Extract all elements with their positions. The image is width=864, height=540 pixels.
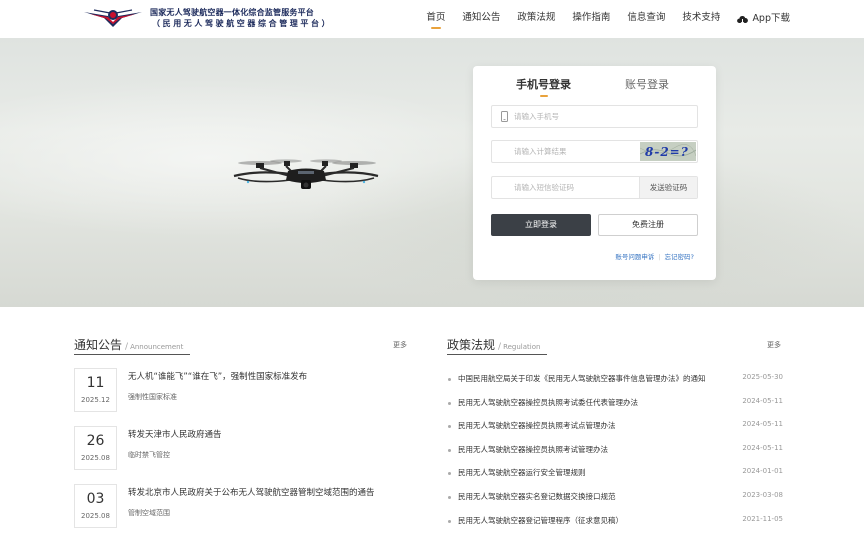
phone-input[interactable] bbox=[514, 106, 694, 127]
account-appeal-link[interactable]: 账号问题申诉 bbox=[615, 253, 654, 261]
notice-item[interactable]: 03 2025.08 转发北京市人民政府关于公布无人驾驶航空器管制空域范围的通告… bbox=[74, 484, 434, 532]
policy-item[interactable]: 民用无人驾驶航空器实名登记数据交换接口规范 2023-03-08 bbox=[447, 491, 783, 505]
notice-date: 26 2025.08 bbox=[74, 426, 117, 470]
policy-title[interactable]: 民用无人驾驶航空器运行安全管理规则 bbox=[458, 467, 716, 478]
sms-field: 发送验证码 bbox=[491, 176, 698, 199]
notices-header: 通知公告 / Announcement bbox=[74, 334, 190, 355]
nav-support[interactable]: 技术支持 bbox=[682, 0, 720, 38]
nav-query[interactable]: 信息查询 bbox=[627, 0, 665, 38]
notice-year-month: 2025.08 bbox=[81, 454, 110, 462]
nav-policies[interactable]: 政策法规 bbox=[517, 0, 555, 38]
policy-item[interactable]: 民用无人驾驶航空器操控员执照考试管理办法 2024-05-11 bbox=[447, 444, 783, 458]
nav-app-label: App下载 bbox=[752, 13, 790, 24]
login-button[interactable]: 立即登录 bbox=[491, 214, 591, 236]
section-underline bbox=[447, 354, 547, 355]
bullet-dot bbox=[448, 449, 451, 452]
notices-more-link[interactable]: 更多 bbox=[393, 340, 407, 350]
notice-day: 11 bbox=[86, 375, 105, 391]
tab-phone-login[interactable]: 手机号登录 bbox=[516, 76, 571, 97]
bullet-dot bbox=[448, 402, 451, 405]
notice-item[interactable]: 26 2025.08 转发天津市人民政府通告 临时禁飞管控 bbox=[74, 426, 434, 474]
hero-banner bbox=[0, 38, 864, 307]
notices-title: 通知公告 bbox=[74, 338, 123, 352]
bullet-dot bbox=[448, 520, 451, 523]
bullet-dot bbox=[448, 496, 451, 499]
captcha-text: 8-2=? bbox=[645, 145, 689, 159]
policies-title: 政策法规 bbox=[447, 338, 496, 352]
policy-item[interactable]: 民用无人驾驶航空器操控员执照考试委任代表管理办法 2024-05-11 bbox=[447, 397, 783, 411]
title-slash: / bbox=[125, 342, 129, 352]
section-underline bbox=[74, 354, 190, 355]
bullet-dot bbox=[448, 378, 451, 381]
notice-title[interactable]: 转发天津市人民政府通告 bbox=[128, 428, 222, 440]
policy-item[interactable]: 民用无人驾驶航空器登记管理程序（征求意见稿） 2021-11-05 bbox=[447, 515, 783, 529]
phone-icon bbox=[501, 111, 508, 122]
login-tabs: 手机号登录 账号登录 bbox=[473, 76, 716, 98]
notice-title[interactable]: 无人机“谁能飞”“谁在飞”，强制性国家标准发布 bbox=[128, 370, 307, 382]
policy-date: 2021-11-05 bbox=[742, 515, 783, 523]
main-nav: 首页 通知公告 政策法规 操作指南 信息查询 技术支持 App下载 bbox=[409, 0, 790, 38]
notice-date: 11 2025.12 bbox=[74, 368, 117, 412]
notice-tag: 临时禁飞管控 bbox=[128, 451, 170, 459]
login-links: 账号问题申诉 | 忘记密码? bbox=[615, 251, 694, 261]
policy-item[interactable]: 民用无人驾驶航空器操控员执照考试点管理办法 2024-05-11 bbox=[447, 420, 783, 434]
link-separator: | bbox=[658, 253, 661, 261]
notice-item[interactable]: 11 2025.12 无人机“谁能飞”“谁在飞”，强制性国家标准发布 强制性国家… bbox=[74, 368, 434, 416]
notice-date: 03 2025.08 bbox=[74, 484, 117, 528]
policies-subtitle: Regulation bbox=[503, 343, 541, 351]
bullet-dot bbox=[448, 472, 451, 475]
top-header: 国家无人驾驶航空器一体化综合监管服务平台 （民用无人驾驶航空器综合管理平台） 首… bbox=[0, 0, 864, 38]
brand-line2: （民用无人驾驶航空器综合管理平台） bbox=[152, 19, 333, 28]
policies-more-link[interactable]: 更多 bbox=[767, 340, 781, 350]
title-slash: / bbox=[498, 342, 502, 352]
policy-date: 2024-05-11 bbox=[742, 420, 783, 428]
notice-title[interactable]: 转发北京市人民政府关于公布无人驾驶航空器管制空域范围的通告 bbox=[128, 486, 375, 498]
notice-day: 26 bbox=[86, 433, 105, 449]
captcha-image[interactable]: 8-2=? bbox=[640, 142, 696, 161]
calc-result-input[interactable] bbox=[514, 141, 634, 162]
policy-date: 2024-05-11 bbox=[742, 397, 783, 405]
notice-year-month: 2025.08 bbox=[81, 512, 110, 520]
nav-guide[interactable]: 操作指南 bbox=[572, 0, 610, 38]
brand-text: 国家无人驾驶航空器一体化综合监管服务平台 （民用无人驾驶航空器综合管理平台） bbox=[150, 7, 332, 29]
notice-year-month: 2025.12 bbox=[81, 396, 110, 404]
notice-tag: 管制空域范围 bbox=[128, 509, 170, 517]
nav-app-download[interactable]: App下载 bbox=[737, 0, 790, 38]
phone-field bbox=[491, 105, 698, 128]
cloud-download-icon bbox=[737, 15, 749, 24]
policies-header: 政策法规 / Regulation bbox=[447, 334, 547, 355]
policy-title[interactable]: 民用无人驾驶航空器实名登记数据交换接口规范 bbox=[458, 491, 716, 502]
sms-code-input[interactable] bbox=[514, 177, 634, 198]
nav-home[interactable]: 首页 bbox=[426, 0, 445, 38]
policy-date: 2025-05-30 bbox=[742, 373, 783, 381]
policy-date: 2023-03-08 bbox=[742, 491, 783, 499]
policy-date: 2024-05-11 bbox=[742, 444, 783, 452]
policy-title[interactable]: 民用无人驾驶航空器操控员执照考试管理办法 bbox=[458, 444, 716, 455]
policy-item[interactable]: 中国民用航空局关于印发《民用无人驾驶航空器事件信息管理办法》的通知 2025-0… bbox=[447, 373, 783, 387]
policy-title[interactable]: 民用无人驾驶航空器登记管理程序（征求意见稿） bbox=[458, 515, 716, 526]
policy-title[interactable]: 中国民用航空局关于印发《民用无人驾驶航空器事件信息管理办法》的通知 bbox=[458, 373, 716, 384]
policy-date: 2024-01-01 bbox=[742, 467, 783, 475]
policy-title[interactable]: 民用无人驾驶航空器操控员执照考试点管理办法 bbox=[458, 420, 716, 431]
login-panel: 手机号登录 账号登录 8-2=? 发送验证码 立即登录 免费注册 账号问题申诉 |… bbox=[473, 66, 716, 280]
brand-line1: 国家无人驾驶航空器一体化综合监管服务平台 bbox=[150, 8, 314, 17]
send-code-button[interactable]: 发送验证码 bbox=[639, 177, 697, 198]
nav-notices[interactable]: 通知公告 bbox=[462, 0, 500, 38]
tab-account-login[interactable]: 账号登录 bbox=[625, 76, 669, 92]
drone-image bbox=[233, 159, 379, 189]
notices-subtitle: Announcement bbox=[130, 343, 184, 351]
caac-logo[interactable] bbox=[82, 6, 144, 28]
captcha-drawing: 8-2=? bbox=[640, 144, 696, 159]
forgot-password-link[interactable]: 忘记密码? bbox=[665, 253, 694, 261]
bullet-dot bbox=[448, 425, 451, 428]
calc-field: 8-2=? bbox=[491, 140, 698, 163]
notice-tag: 强制性国家标准 bbox=[128, 393, 177, 401]
policy-item[interactable]: 民用无人驾驶航空器运行安全管理规则 2024-01-01 bbox=[447, 467, 783, 481]
register-button[interactable]: 免费注册 bbox=[598, 214, 698, 236]
policy-title[interactable]: 民用无人驾驶航空器操控员执照考试委任代表管理办法 bbox=[458, 397, 716, 408]
notice-day: 03 bbox=[86, 491, 105, 507]
